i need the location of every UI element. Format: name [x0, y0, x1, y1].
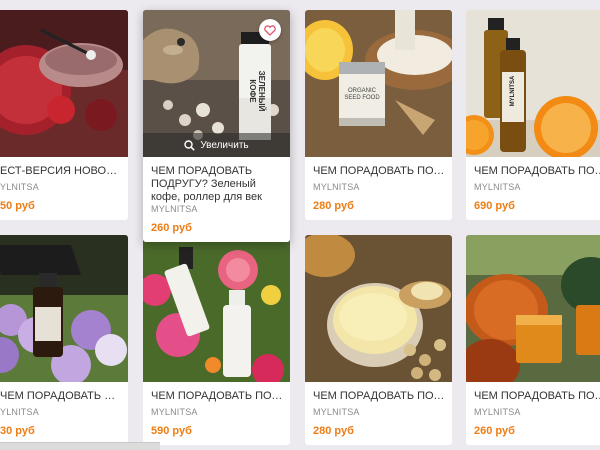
product-card[interactable]: ЧЕМ ПОРАДОВАТЬ ПОДРУ... MYLNITSA 590 руб: [143, 235, 290, 445]
product-price: 30 руб: [0, 425, 35, 437]
product-image[interactable]: [0, 235, 128, 382]
product-price: 280 руб: [313, 425, 354, 437]
product-title[interactable]: ЧЕМ ПОРАДОВАТЬ ПОДРУ...: [313, 165, 446, 178]
favorite-button[interactable]: [259, 19, 281, 41]
product-title[interactable]: ЧЕМ ПОРАДОВАТЬ ПОДРУ...: [313, 390, 446, 403]
product-card[interactable]: ЗЕЛЕНЫЙ КОФЕ Увеличить ЧЕМ ПОРАДОВАТЬ ПО…: [143, 10, 290, 242]
product-title[interactable]: ЧЕМ ПОРАДОВАТЬ ПОДРУ...: [474, 165, 600, 178]
product-title[interactable]: ЧЕМ ПОРАДОВАТЬ ПОДРУ...: [0, 390, 122, 403]
bottle-label: ЗЕЛЕНЫЙ КОФЕ: [248, 70, 266, 112]
product-author[interactable]: MYLNITSA: [474, 407, 521, 417]
product-author[interactable]: MYLNITSA: [313, 182, 360, 192]
product-title[interactable]: ЧЕМ ПОРАДОВАТЬ ПОДРУГУ? Зеленый кофе, ро…: [151, 165, 284, 204]
product-image[interactable]: ORGANIC SEED FOOD: [305, 10, 452, 157]
jar-label: ORGANIC SEED FOOD: [344, 88, 380, 101]
product-card[interactable]: ЧЕМ ПОРАДОВАТЬ ПОДРУ... MYLNITSA 260 руб: [466, 235, 600, 445]
product-author[interactable]: YLNITSA: [0, 407, 39, 417]
product-card[interactable]: MYLNITSA ЧЕМ ПОРАДОВАТЬ ПОДРУ... MYLNITS…: [466, 10, 600, 220]
product-image[interactable]: [0, 10, 128, 157]
product-author[interactable]: MYLNITSA: [151, 407, 198, 417]
oil-label: MYLNITSA: [510, 75, 516, 107]
product-image[interactable]: [143, 235, 290, 382]
product-title[interactable]: ест-версия новой маски д...: [0, 165, 122, 178]
product-price: 260 руб: [151, 222, 192, 234]
browser-status-bar: [0, 442, 160, 450]
product-price: 260 руб: [474, 425, 515, 437]
product-image[interactable]: ЗЕЛЕНЫЙ КОФЕ Увеличить: [143, 10, 290, 157]
product-image[interactable]: [466, 235, 600, 382]
product-card[interactable]: ЧЕМ ПОРАДОВАТЬ ПОДРУ... MYLNITSA 280 руб: [305, 235, 452, 445]
product-title[interactable]: ЧЕМ ПОРАДОВАТЬ ПОДРУ...: [474, 390, 600, 403]
product-card[interactable]: ORGANIC SEED FOOD ЧЕМ ПОРАДОВАТЬ ПОДРУ..…: [305, 10, 452, 220]
product-image[interactable]: MYLNITSA: [466, 10, 600, 157]
product-author[interactable]: YLNITSA: [0, 182, 39, 192]
heart-icon: [264, 24, 276, 36]
zoom-label: Увеличить: [200, 139, 249, 151]
product-price: 280 руб: [313, 200, 354, 212]
zoom-button[interactable]: Увеличить: [143, 133, 290, 157]
product-price: 590 руб: [151, 425, 192, 437]
magnifier-icon: [184, 139, 196, 151]
product-author[interactable]: MYLNITSA: [151, 204, 198, 214]
product-image[interactable]: [305, 235, 452, 382]
product-price: 690 руб: [474, 200, 515, 212]
product-price: 50 руб: [0, 200, 35, 212]
product-author[interactable]: MYLNITSA: [313, 407, 360, 417]
product-card[interactable]: ЧЕМ ПОРАДОВАТЬ ПОДРУ... YLNITSA 30 руб: [0, 235, 128, 445]
product-title[interactable]: ЧЕМ ПОРАДОВАТЬ ПОДРУ...: [151, 390, 284, 403]
product-card[interactable]: ест-версия новой маски д... YLNITSA 50 р…: [0, 10, 128, 220]
product-author[interactable]: MYLNITSA: [474, 182, 521, 192]
